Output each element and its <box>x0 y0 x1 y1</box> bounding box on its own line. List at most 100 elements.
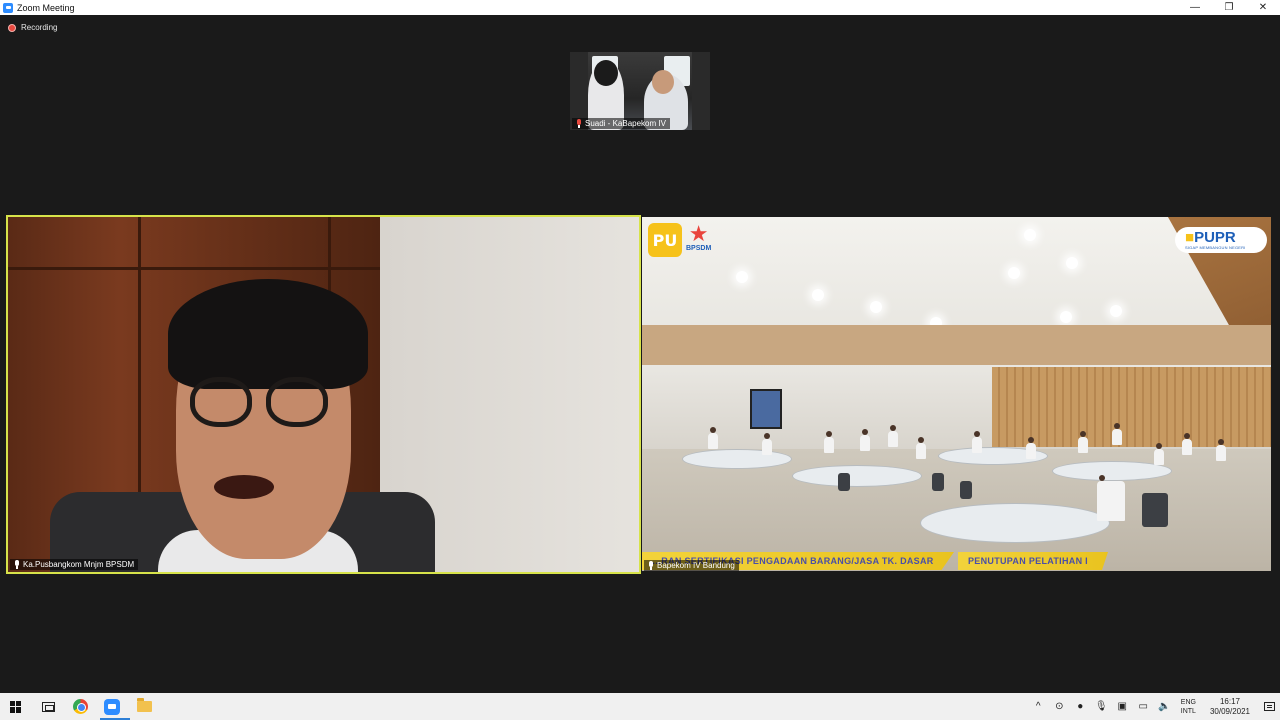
task-view-button[interactable] <box>32 693 64 720</box>
ceiling-light <box>870 301 882 313</box>
round-table <box>920 503 1110 543</box>
pupr-mark-icon: ■ <box>1185 229 1195 246</box>
ceiling-light <box>1110 305 1122 317</box>
meeting-stage: Recording Suadi - KaBapekom IV Ka.Pusban… <box>0 15 1280 693</box>
glasses-right-lens <box>266 377 328 427</box>
bpsdm-logo-text: BPSDM <box>686 245 712 252</box>
task-view-icon <box>41 701 55 712</box>
projector-screen <box>750 389 782 429</box>
attendee <box>762 433 772 455</box>
chrome-taskbar-button[interactable] <box>64 693 96 720</box>
hall-chair <box>960 481 972 499</box>
start-icon <box>10 700 22 713</box>
chrome-icon <box>72 699 88 714</box>
taskbar-clock[interactable]: 16:17 30/09/2021 <box>1210 697 1250 717</box>
keyboard-layout: INTL <box>1180 707 1196 715</box>
tray-overflow-button[interactable]: ^ <box>1028 693 1049 720</box>
mic-muted-icon <box>576 119 582 128</box>
attendee <box>1216 439 1226 461</box>
attendee <box>1154 443 1164 465</box>
start-button[interactable] <box>0 693 32 720</box>
window-title: Zoom Meeting <box>17 2 75 13</box>
attendee <box>888 425 898 447</box>
zoom-taskbar-button[interactable] <box>96 693 128 720</box>
attendee <box>1112 423 1122 445</box>
participant-tile[interactable]: PU ★ BPSDM ■PUPR SIGAP MEMBANGUN NEGERI … <box>642 217 1271 571</box>
ceiling-light <box>1060 311 1072 323</box>
notification-icon <box>1263 702 1275 711</box>
pupr-logo-text: ■PUPR <box>1185 230 1267 245</box>
thumbnail-participant-name: Suadi - KaBapekom IV <box>585 119 666 128</box>
pupr-logo: ■PUPR SIGAP MEMBANGUN NEGERI <box>1175 227 1267 253</box>
zoom-icon <box>104 698 120 715</box>
participant-head <box>594 60 618 86</box>
recording-dot-icon <box>8 23 16 32</box>
glasses-left-lens <box>190 377 252 427</box>
attendee <box>860 429 870 451</box>
clock-date: 30/09/2021 <box>1209 706 1250 716</box>
ceiling-light <box>812 289 824 301</box>
participant-thumbnail[interactable]: Suadi - KaBapekom IV <box>570 52 710 130</box>
wood-wall-panel <box>992 367 1271 447</box>
ceiling-light <box>1024 229 1036 241</box>
zoom-app-icon <box>3 2 13 13</box>
pupr-logo-tagline: SIGAP MEMBANGUN NEGERI <box>1185 245 1246 250</box>
system-tray: ^ ⊙ ● 🎙 ▣ ▭ 🔈 ENG INTL 16:17 30/09/2021 <box>1028 693 1280 720</box>
attendee <box>1026 437 1036 459</box>
cabinet-edge <box>8 267 380 270</box>
mic-icon <box>14 560 20 569</box>
active-speaker-name: Ka.Pusbangkom Mnjm BPSDM <box>23 560 135 569</box>
language-code: ENG <box>1180 698 1196 706</box>
window-titlebar: Zoom Meeting — ❐ ✕ <box>0 0 1280 15</box>
ceiling-light <box>1066 257 1078 269</box>
network-icon[interactable]: ▭ <box>1133 693 1154 720</box>
attendee <box>824 431 834 453</box>
wall-band <box>642 325 1271 365</box>
action-center-button[interactable] <box>1258 693 1280 720</box>
speaker-mouth <box>214 475 274 499</box>
restore-button[interactable]: ❐ <box>1212 0 1246 15</box>
volume-icon[interactable]: 🔈 <box>1154 693 1175 720</box>
active-speaker-nameplate: Ka.Pusbangkom Mnjm BPSDM <box>10 559 139 570</box>
bpsdm-star-icon: ★ <box>688 221 709 246</box>
tray-app-icon[interactable]: ⊙ <box>1049 693 1070 720</box>
recording-label: Recording <box>21 23 58 32</box>
hall-chair <box>932 473 944 491</box>
attendee <box>1182 433 1192 455</box>
windows-taskbar: ^ ⊙ ● 🎙 ▣ ▭ 🔈 ENG INTL 16:17 30/09/2021 <box>0 693 1280 720</box>
mic-icon <box>648 561 654 570</box>
pupr-logo-word: PUPR <box>1194 229 1236 246</box>
ceiling-light <box>736 271 748 283</box>
speaker-hair <box>168 279 368 389</box>
clock-time: 16:17 <box>1219 696 1240 706</box>
ceiling-light <box>1008 267 1020 279</box>
antivirus-icon[interactable]: ● <box>1070 693 1091 720</box>
active-speaker-tile[interactable]: Ka.Pusbangkom Mnjm BPSDM <box>6 215 641 574</box>
round-table <box>792 465 922 487</box>
file-explorer-icon <box>136 698 152 712</box>
pu-logo: PU <box>648 223 682 257</box>
participant-nameplate: Bapekom IV Bandung <box>644 560 739 571</box>
attendee <box>1078 431 1088 453</box>
attendee <box>1097 475 1125 521</box>
language-indicator[interactable]: ENG INTL <box>1181 698 1196 716</box>
thumbnail-nameplate: Suadi - KaBapekom IV <box>572 118 670 129</box>
recording-indicator[interactable]: Recording <box>8 23 57 32</box>
hall-chair <box>838 473 850 491</box>
participant-head <box>652 70 674 94</box>
minimize-button[interactable]: — <box>1178 0 1212 15</box>
file-explorer-taskbar-button[interactable] <box>128 693 160 720</box>
ticker-closing: PENUTUPAN PELATIHAN I <box>958 552 1108 570</box>
participant-name: Bapekom IV Bandung <box>657 561 735 570</box>
attendee <box>916 437 926 459</box>
ticker-right-text: PENUTUPAN PELATIHAN I <box>968 556 1088 566</box>
round-table <box>682 449 792 469</box>
attendee <box>972 431 982 453</box>
screen-share-icon[interactable]: ▣ <box>1112 693 1133 720</box>
window-controls: — ❐ ✕ <box>1178 0 1280 15</box>
close-button[interactable]: ✕ <box>1246 0 1280 15</box>
bpsdm-logo: ★ BPSDM <box>686 221 712 253</box>
microphone-icon[interactable]: 🎙 <box>1091 693 1112 720</box>
attendee <box>708 427 718 449</box>
hall-chair <box>1142 493 1168 527</box>
